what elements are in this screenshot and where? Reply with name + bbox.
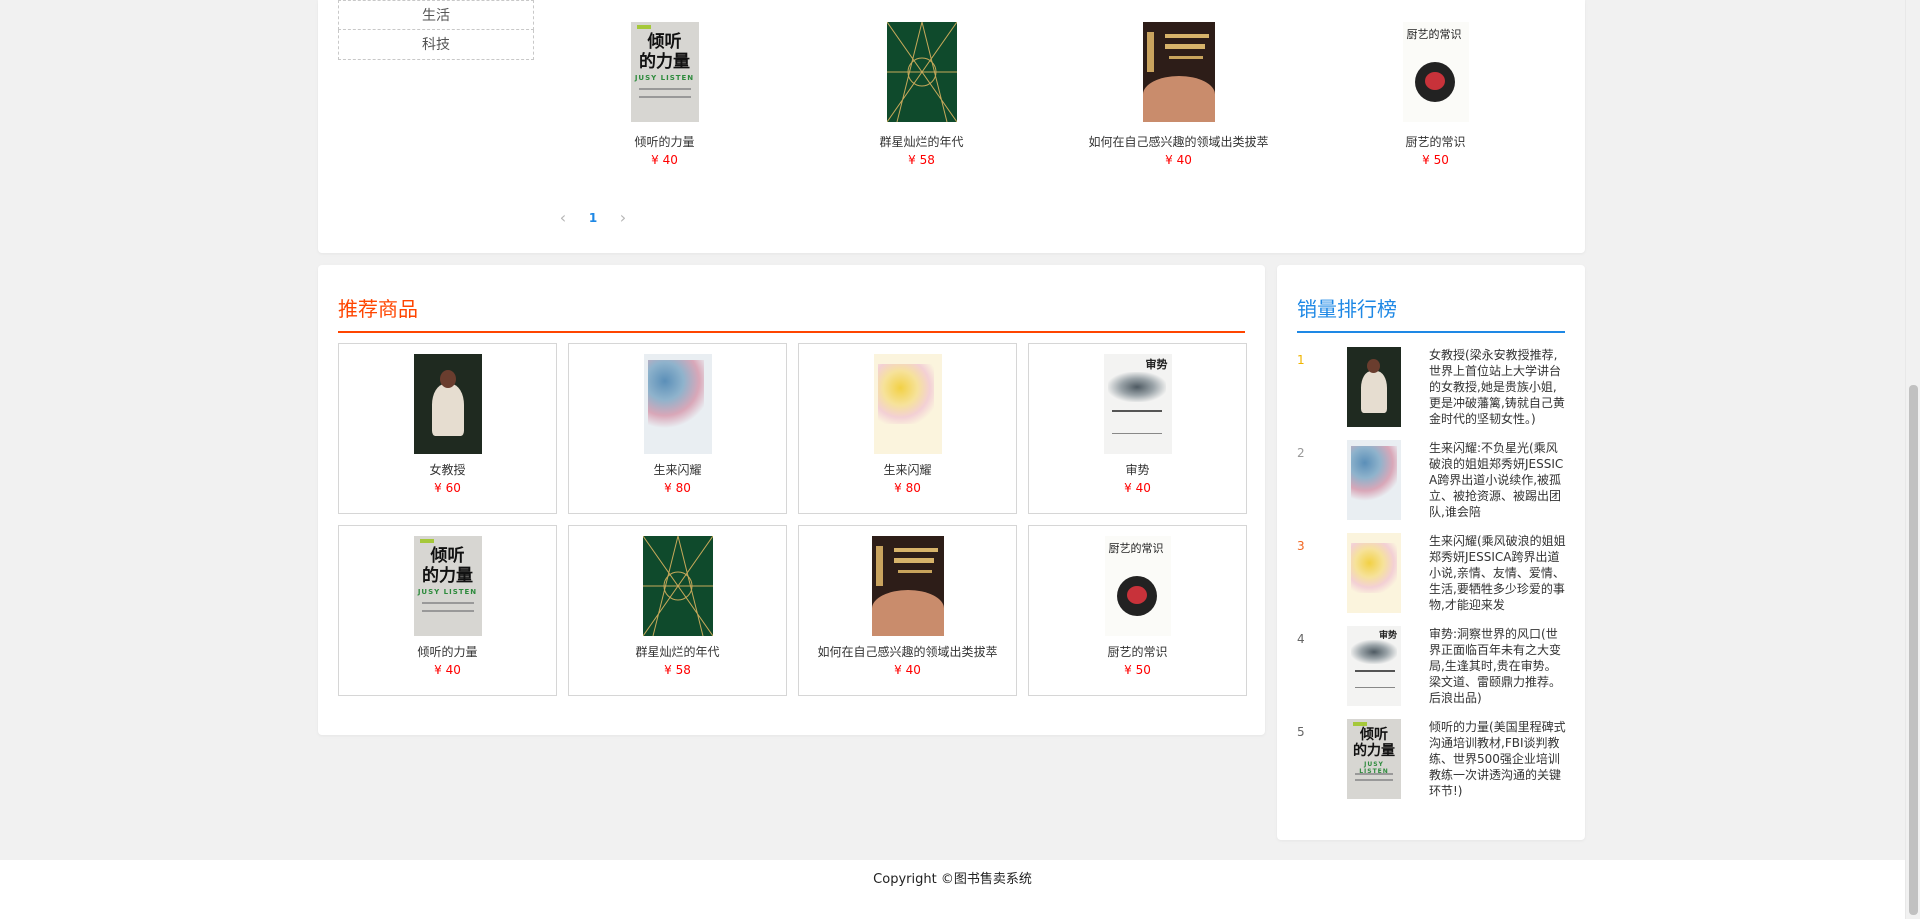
rank-number: 4 bbox=[1297, 632, 1305, 646]
rank-number: 2 bbox=[1297, 446, 1305, 460]
book-cover-image[interactable] bbox=[1142, 22, 1215, 122]
recommend-card[interactable]: 倾听 的力量 JUSY LISTEN 倾听的力量 ¥ 40 bbox=[338, 525, 557, 696]
ranking-book-description[interactable]: 审势:洞察世界的风口(世界正面临百年未有之大变局,生逢其时,贵在审势。梁文道、雷… bbox=[1429, 626, 1567, 706]
rank-number: 1 bbox=[1297, 353, 1305, 367]
scrollbar-thumb[interactable] bbox=[1909, 385, 1918, 915]
ranking-item[interactable]: 3 生来闪耀(乘风破浪的姐姐郑秀妍JESSICA跨界出道小说,亲情、友情、爱情、… bbox=[1297, 533, 1567, 632]
ranking-header: 销量排行榜 bbox=[1297, 293, 1565, 333]
book-cover-image[interactable] bbox=[1347, 533, 1401, 613]
ranking-title: 销量排行榜 bbox=[1297, 297, 1397, 321]
book-title[interactable]: 厨艺的常识 bbox=[1029, 644, 1246, 660]
book-title[interactable]: 审势 bbox=[1029, 462, 1246, 478]
ranking-book-description[interactable]: 倾听的力量(美国里程碑式沟通培训教材,FBI谈判教练、世界500强企业培训教练一… bbox=[1429, 719, 1567, 799]
recommend-card[interactable]: 生来闪耀 ¥ 80 bbox=[568, 343, 787, 514]
book-card[interactable]: 厨艺的常识 厨艺的常识 ¥ 50 bbox=[1307, 22, 1564, 167]
ranking-item[interactable]: 1 女教授(梁永安教授推荐,世界上首位站上大学讲台的女教授,她是贵族小姐,更是冲… bbox=[1297, 347, 1567, 446]
book-cover-image[interactable] bbox=[873, 354, 942, 454]
book-cover-image[interactable]: 倾听 的力量 JUSY LISTEN bbox=[1347, 719, 1401, 799]
prev-page-button[interactable]: ‹ bbox=[548, 208, 578, 227]
ranking-item[interactable]: 4 审势 审势:洞察世界的风口(世界正面临百年未有之大变局,生逢其时,贵在审势。… bbox=[1297, 626, 1567, 725]
ranking-list: 1 女教授(梁永安教授推荐,世界上首位站上大学讲台的女教授,她是贵族小姐,更是冲… bbox=[1297, 347, 1567, 818]
ranking-book-description[interactable]: 女教授(梁永安教授推荐,世界上首位站上大学讲台的女教授,她是贵族小姐,更是冲破藩… bbox=[1429, 347, 1567, 427]
book-price: ¥ 50 bbox=[1124, 663, 1151, 677]
book-price: ¥ 80 bbox=[894, 481, 921, 495]
book-card[interactable]: 如何在自己感兴趣的领域出类拔萃 ¥ 40 bbox=[1050, 22, 1307, 167]
book-card[interactable]: 群星灿烂的年代 ¥ 58 bbox=[793, 22, 1050, 167]
page-footer: Copyright ©图书售卖系统 bbox=[0, 860, 1905, 919]
book-title[interactable]: 厨艺的常识 bbox=[1307, 134, 1564, 150]
recommend-card[interactable]: 审势 审势 ¥ 40 bbox=[1028, 343, 1247, 514]
pagination: ‹ 1 › bbox=[548, 208, 638, 227]
book-price: ¥ 80 bbox=[664, 481, 691, 495]
cover-title-text: 厨艺的常识 bbox=[1108, 542, 1164, 555]
recommend-grid: 女教授 ¥ 60 生来闪耀 ¥ 80 生来闪耀 ¥ 80 审势 审势 ¥ 40 … bbox=[338, 343, 1248, 696]
category-books-panel: 生活 科技 倾听 的力量 JUSY LISTEN 倾听的力量 ¥ 40 群星灿烂的… bbox=[318, 0, 1585, 253]
ranking-book-description[interactable]: 生来闪耀:不负星光(乘风破浪的姐姐郑秀妍JESSICA跨界出道小说续作,被孤立、… bbox=[1429, 440, 1567, 520]
book-title[interactable]: 群星灿烂的年代 bbox=[793, 134, 1050, 150]
recommend-panel: 推荐商品 女教授 ¥ 60 生来闪耀 ¥ 80 生来闪耀 ¥ 80 审势 审势 … bbox=[318, 265, 1265, 735]
recommend-header: 推荐商品 bbox=[338, 293, 1245, 333]
book-cover-image[interactable]: 倾听 的力量 JUSY LISTEN bbox=[630, 22, 699, 122]
book-price: ¥ 40 bbox=[1124, 481, 1151, 495]
recommend-card[interactable]: 如何在自己感兴趣的领域出类拔萃 ¥ 40 bbox=[798, 525, 1017, 696]
category-item-tech[interactable]: 科技 bbox=[338, 30, 534, 60]
recommend-card[interactable]: 厨艺的常识 厨艺的常识 ¥ 50 bbox=[1028, 525, 1247, 696]
book-cover-image[interactable] bbox=[642, 536, 713, 636]
book-price: ¥ 50 bbox=[1422, 153, 1449, 167]
book-cover-image[interactable]: 审势 bbox=[1103, 354, 1172, 454]
book-cover-image[interactable]: 厨艺的常识 bbox=[1402, 22, 1469, 122]
category-item-life[interactable]: 生活 bbox=[338, 0, 534, 30]
book-title[interactable]: 女教授 bbox=[339, 462, 556, 478]
book-cover-image[interactable]: 倾听 的力量 JUSY LISTEN bbox=[413, 536, 482, 636]
recommend-card[interactable]: 群星灿烂的年代 ¥ 58 bbox=[568, 525, 787, 696]
book-title[interactable]: 生来闪耀 bbox=[569, 462, 786, 478]
book-price: ¥ 40 bbox=[434, 663, 461, 677]
copyright-text: Copyright ©图书售卖系统 bbox=[873, 872, 1032, 887]
vertical-scrollbar[interactable] bbox=[1905, 0, 1920, 919]
book-cover-image[interactable]: 厨艺的常识 bbox=[1104, 536, 1171, 636]
cover-title-text: 厨艺的常识 bbox=[1406, 28, 1462, 41]
recommend-title: 推荐商品 bbox=[338, 297, 418, 321]
book-cover-image[interactable] bbox=[413, 354, 482, 454]
book-title[interactable]: 群星灿烂的年代 bbox=[569, 644, 786, 660]
book-cover-image[interactable] bbox=[1347, 440, 1401, 520]
recommend-card[interactable]: 女教授 ¥ 60 bbox=[338, 343, 557, 514]
next-page-button[interactable]: › bbox=[608, 208, 638, 227]
book-card[interactable]: 倾听 的力量 JUSY LISTEN 倾听的力量 ¥ 40 bbox=[536, 22, 793, 167]
book-cover-image[interactable] bbox=[643, 354, 712, 454]
ranking-item[interactable]: 5 倾听 的力量 JUSY LISTEN 倾听的力量(美国里程碑式沟通培训教材,F… bbox=[1297, 719, 1567, 818]
book-price: ¥ 58 bbox=[664, 663, 691, 677]
category-book-row: 倾听 的力量 JUSY LISTEN 倾听的力量 ¥ 40 群星灿烂的年代 ¥ 5… bbox=[536, 22, 1566, 167]
book-title[interactable]: 倾听的力量 bbox=[536, 134, 793, 150]
book-title[interactable]: 倾听的力量 bbox=[339, 644, 556, 660]
sales-ranking-panel: 销量排行榜 1 女教授(梁永安教授推荐,世界上首位站上大学讲台的女教授,她是贵族… bbox=[1277, 265, 1585, 840]
cover-title-text: 审势 bbox=[1145, 358, 1168, 371]
book-cover-image[interactable]: 审势 bbox=[1347, 626, 1401, 706]
ranking-item[interactable]: 2 生来闪耀:不负星光(乘风破浪的姐姐郑秀妍JESSICA跨界出道小说续作,被孤… bbox=[1297, 440, 1567, 539]
book-title[interactable]: 生来闪耀 bbox=[799, 462, 1016, 478]
recommend-card[interactable]: 生来闪耀 ¥ 80 bbox=[798, 343, 1017, 514]
book-price: ¥ 60 bbox=[434, 481, 461, 495]
book-price: ¥ 58 bbox=[908, 153, 935, 167]
book-price: ¥ 40 bbox=[651, 153, 678, 167]
book-cover-image[interactable] bbox=[886, 22, 957, 122]
book-price: ¥ 40 bbox=[1165, 153, 1192, 167]
book-title[interactable]: 如何在自己感兴趣的领域出类拔萃 bbox=[799, 644, 1016, 660]
book-cover-image[interactable] bbox=[871, 536, 944, 636]
rank-number: 5 bbox=[1297, 725, 1305, 739]
page-number-current[interactable]: 1 bbox=[578, 211, 608, 225]
book-title[interactable]: 如何在自己感兴趣的领域出类拔萃 bbox=[1050, 134, 1307, 150]
category-list: 生活 科技 bbox=[338, 0, 534, 60]
book-cover-image[interactable] bbox=[1347, 347, 1401, 427]
ranking-book-description[interactable]: 生来闪耀(乘风破浪的姐姐郑秀妍JESSICA跨界出道小说,亲情、友情、爱情、生活… bbox=[1429, 533, 1567, 613]
book-price: ¥ 40 bbox=[894, 663, 921, 677]
rank-number: 3 bbox=[1297, 539, 1305, 553]
